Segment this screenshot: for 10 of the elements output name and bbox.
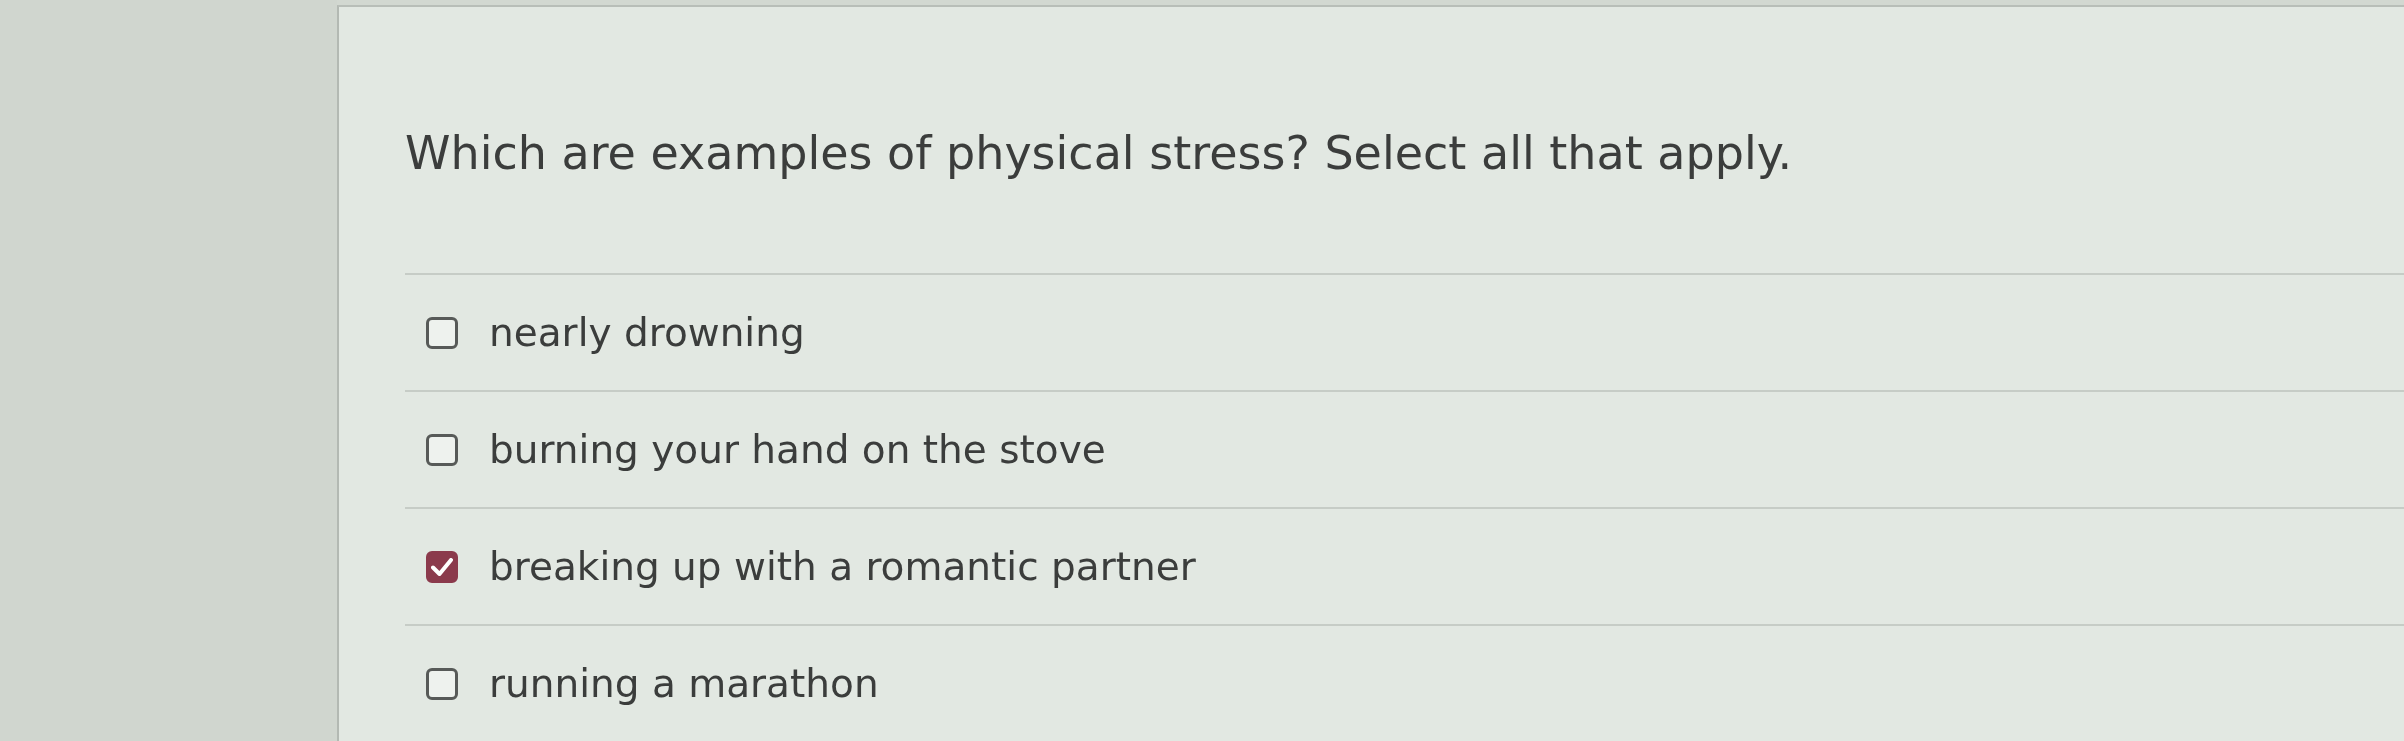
option-label[interactable]: burning your hand on the stove <box>489 425 1106 474</box>
checkbox[interactable] <box>426 316 458 349</box>
checkbox[interactable] <box>426 433 458 466</box>
option-label[interactable]: running a marathon <box>489 659 879 708</box>
checkbox[interactable] <box>426 667 458 700</box>
option-label[interactable]: nearly drowning <box>489 308 805 357</box>
check-icon <box>431 557 453 576</box>
checkbox[interactable] <box>426 550 458 583</box>
option-label[interactable]: breaking up with a romantic partner <box>489 542 1196 591</box>
question-text: Which are examples of physical stress? Select all that apply. <box>405 125 1792 181</box>
